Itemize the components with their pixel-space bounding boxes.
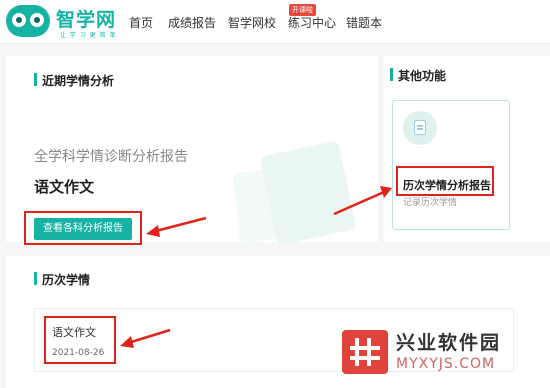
watermark-title: 兴业软件园 — [396, 332, 502, 354]
history-title: 历次学情 — [42, 273, 91, 287]
brand-slogan: 让 学 习 更 简 单 — [60, 32, 117, 39]
top-header: 智学网 让 学 习 更 简 单 首页 成绩报告 智学网校 开课啦 练习中心 错题… — [0, 0, 550, 44]
title-bar — [34, 73, 37, 86]
nav-online-school[interactable]: 智学网校 — [228, 14, 276, 31]
nav-score-report[interactable]: 成绩报告 — [168, 14, 216, 31]
title-bar — [34, 272, 37, 285]
watermark-logo-icon — [342, 330, 388, 374]
feature-description: 记录历次学情 — [403, 198, 458, 208]
brand-name[interactable]: 智学网 — [56, 5, 116, 32]
nav-wrong-questions[interactable]: 错题本 — [346, 14, 382, 31]
other-features-title: 其他功能 — [398, 69, 447, 83]
subject-title: 语文作文 — [34, 178, 95, 196]
recent-analysis-title: 近期学情分析 — [42, 74, 115, 88]
document-icon — [403, 111, 437, 145]
watermark-url: MYXYJS.COM — [396, 356, 496, 372]
title-bar — [390, 68, 393, 81]
highlight-box — [396, 166, 494, 196]
owl-logo-icon[interactable] — [6, 5, 50, 37]
nav-practice-center[interactable]: 练习中心 — [288, 14, 336, 31]
nav-home[interactable]: 首页 — [129, 14, 153, 31]
highlight-box — [24, 211, 142, 245]
highlight-box — [44, 316, 116, 364]
report-heading: 全学科学情诊断分析报告 — [34, 149, 188, 165]
